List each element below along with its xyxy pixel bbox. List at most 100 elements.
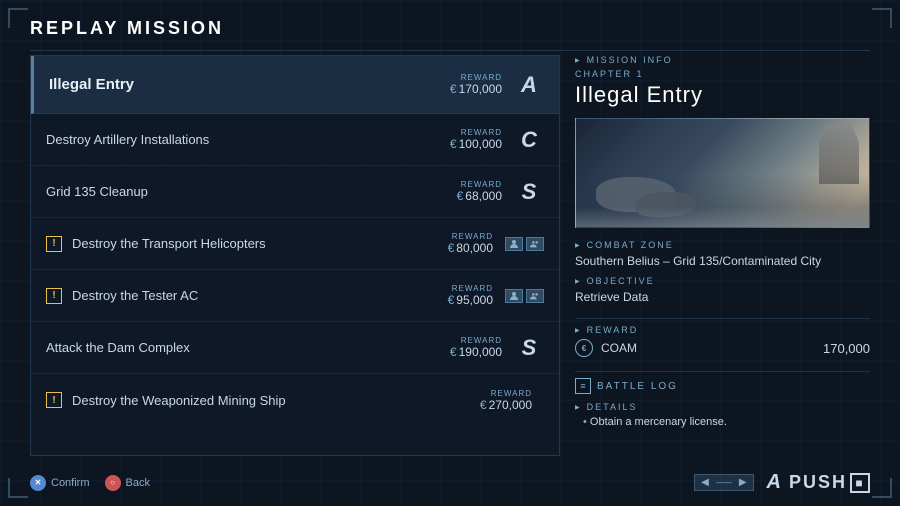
rank-badge-5: S <box>514 335 544 361</box>
coam-amount: 170,000 <box>823 341 870 356</box>
page-title: REPLAY MISSION <box>30 18 224 39</box>
coam-icon-symbol: € <box>582 344 586 353</box>
battle-log-row-container: ≡ BATTLE LOG <box>575 378 870 394</box>
mission-name-illegal-entry: Illegal Entry <box>49 76 450 93</box>
info-divider-1 <box>575 318 870 319</box>
nav-rank-badge: A <box>767 471 781 494</box>
bottom-bar: ✕ Confirm ○ Back ◀ —— ▶ A PUSH■ <box>30 471 870 494</box>
reward-value-3: €80,000 <box>448 241 493 255</box>
screenshot-snow <box>576 207 869 227</box>
reward-value-5: €190,000 <box>450 345 502 359</box>
corner-decoration-bl <box>8 478 28 498</box>
mission-item-grid135[interactable]: Grid 135 Cleanup REWARD €68,000 S <box>31 166 559 218</box>
coop-icon-person <box>505 237 523 251</box>
mission-name-4: Destroy the Tester AC <box>72 288 448 303</box>
mission-name-2: Grid 135 Cleanup <box>46 184 457 199</box>
coam-icon: € <box>575 339 593 357</box>
warning-icon-4: ! <box>46 288 62 304</box>
corner-decoration-tr <box>872 8 892 28</box>
reward-section-5: REWARD €190,000 <box>450 336 502 359</box>
mission-item-transport[interactable]: ! Destroy the Transport Helicopters REWA… <box>31 218 559 270</box>
reward-row: REWARD € COAM 170,000 <box>575 325 870 357</box>
coop-icons-3 <box>505 237 544 251</box>
arrow-dash: —— <box>716 478 732 487</box>
mission-info-section-label: MISSION INFO <box>575 55 870 65</box>
mission-item-tester[interactable]: ! Destroy the Tester AC REWARD €95,000 <box>31 270 559 322</box>
back-button-icon: ○ <box>105 475 121 491</box>
mission-item-mining[interactable]: ! Destroy the Weaponized Mining Ship REW… <box>31 374 559 426</box>
combat-zone-label: COMBAT ZONE <box>575 240 870 250</box>
reward-label-1: REWARD <box>461 128 502 137</box>
reward-label-6: REWARD <box>491 389 532 398</box>
combat-zone-value: Southern Belius – Grid 135/Contaminated … <box>575 254 870 268</box>
main-container: Illegal Entry REWARD €170,000 A Destroy … <box>30 55 870 456</box>
reward-section-6: REWARD €270,000 <box>480 389 532 412</box>
coam-row: € COAM 170,000 <box>575 339 870 357</box>
reward-section-2: REWARD €68,000 <box>457 180 502 203</box>
confirm-control: ✕ Confirm <box>30 475 90 491</box>
objective-row: OBJECTIVE Retrieve Data <box>575 276 870 304</box>
reward-value-2: €68,000 <box>457 189 502 203</box>
info-divider-2 <box>575 371 870 372</box>
mission-item-destroy-artillery[interactable]: Destroy Artillery Installations REWARD €… <box>31 114 559 166</box>
rank-badge-2: S <box>514 179 544 205</box>
reward-value-6: €270,000 <box>480 398 532 412</box>
objective-value: Retrieve Data <box>575 290 870 304</box>
nav-arrows: ◀ —— ▶ <box>694 474 753 491</box>
details-row: DETAILS Obtain a mercenary license. <box>575 402 870 428</box>
details-label: DETAILS <box>575 402 870 412</box>
mission-list-panel: Illegal Entry REWARD €170,000 A Destroy … <box>30 55 560 456</box>
mission-item-illegal-entry[interactable]: Illegal Entry REWARD €170,000 A <box>31 56 559 114</box>
battle-log-row: ≡ BATTLE LOG <box>575 378 870 394</box>
mission-screenshot <box>575 118 870 228</box>
push-logo: PUSH■ <box>789 472 870 493</box>
arrow-right-icon: ▶ <box>739 477 747 488</box>
rank-badge-0: A <box>514 72 544 98</box>
reward-section-3: REWARD €80,000 <box>448 232 493 255</box>
back-label: Back <box>126 477 150 489</box>
combat-zone-row: COMBAT ZONE Southern Belius – Grid 135/C… <box>575 240 870 268</box>
mission-name-6: Destroy the Weaponized Mining Ship <box>72 393 480 408</box>
rank-badge-1: C <box>514 127 544 153</box>
push-square-icon: ■ <box>850 473 870 493</box>
warning-icon-6: ! <box>46 392 62 408</box>
reward-value-0: €170,000 <box>450 82 502 96</box>
currency-symbol-0: € <box>450 82 457 96</box>
mission-info-title: Illegal Entry <box>575 82 870 108</box>
reward-section-label: REWARD <box>575 325 870 335</box>
arrow-left-icon: ◀ <box>701 477 709 488</box>
log-icon-symbol: ≡ <box>580 381 585 391</box>
battle-log-label: BATTLE LOG <box>597 381 678 392</box>
detail-item: Obtain a mercenary license. <box>575 416 870 428</box>
mission-name-1: Destroy Artillery Installations <box>46 132 450 147</box>
corner-decoration-tl <box>8 8 28 28</box>
coop-icons-4 <box>505 289 544 303</box>
reward-label-2: REWARD <box>461 180 502 189</box>
reward-section-4: REWARD €95,000 <box>448 284 493 307</box>
reward-label-5: REWARD <box>461 336 502 345</box>
chapter-label: CHAPTER 1 <box>575 69 870 79</box>
controls-hint: ✕ Confirm ○ Back <box>30 475 150 491</box>
reward-section-1: REWARD €100,000 <box>450 128 502 151</box>
objective-label: OBJECTIVE <box>575 276 870 286</box>
title-divider <box>30 50 870 51</box>
bottom-right-area: ◀ —— ▶ A PUSH■ <box>694 471 870 494</box>
coop-icon-group-4 <box>526 289 544 303</box>
coop-icon-group <box>526 237 544 251</box>
reward-section-illegal-entry: REWARD €170,000 <box>450 73 502 96</box>
reward-value-1: €100,000 <box>450 137 502 151</box>
reward-label-3: REWARD <box>452 232 493 241</box>
corner-decoration-br <box>872 478 892 498</box>
mission-name-3: Destroy the Transport Helicopters <box>72 236 448 251</box>
mission-name-5: Attack the Dam Complex <box>46 340 450 355</box>
coam-label: COAM <box>601 341 815 355</box>
mission-item-dam[interactable]: Attack the Dam Complex REWARD €190,000 S <box>31 322 559 374</box>
reward-value-4: €95,000 <box>448 293 493 307</box>
back-control: ○ Back <box>105 475 150 491</box>
reward-label-4: REWARD <box>452 284 493 293</box>
battle-log-icon: ≡ <box>575 378 591 394</box>
mission-info-panel: MISSION INFO CHAPTER 1 Illegal Entry COM… <box>575 55 870 456</box>
confirm-button-icon: ✕ <box>30 475 46 491</box>
warning-icon-3: ! <box>46 236 62 252</box>
reward-label-0: REWARD <box>461 73 502 82</box>
